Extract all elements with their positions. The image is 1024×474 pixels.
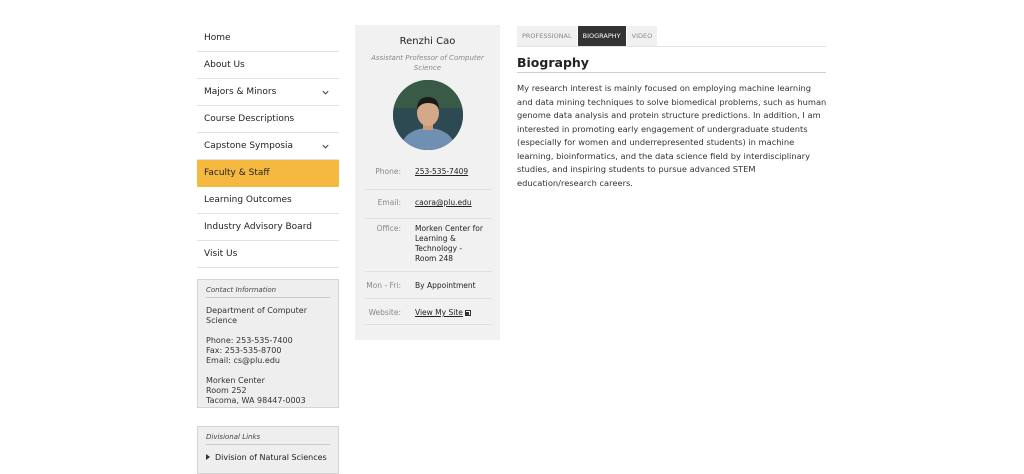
divisional-links-box: Divisional Links Division of Natural Sci…	[197, 426, 339, 474]
nav-item-majors-minors[interactable]: Majors & Minors	[197, 79, 339, 106]
office-row: Office: Morken Center for Learning & Tec…	[365, 219, 492, 272]
email-row-label: Email:	[377, 198, 401, 207]
email-row: Email: caora@plu.edu	[365, 190, 492, 219]
profile-card: Renzhi Cao Assistant Professor of Comput…	[355, 25, 500, 340]
nav-item-label: Visit Us	[204, 249, 238, 259]
profile-hours: By Appointment	[415, 281, 476, 290]
link-label: Division of Natural Sciences	[215, 453, 327, 462]
address-line-2: Room 252	[206, 386, 247, 395]
website-link-label: View My Site	[415, 308, 463, 317]
nav-item-home[interactable]: Home	[197, 25, 339, 52]
hours-row-label: Mon - Fri:	[366, 281, 401, 290]
hours-row: Mon - Fri: By Appointment	[365, 272, 492, 299]
department-name: Department of Computer Science	[206, 306, 307, 325]
tab-professional[interactable]: PROFESSIONAL	[517, 26, 577, 46]
nav-item-label: Faculty & Staff	[204, 168, 270, 178]
nav-item-visit-us[interactable]: Visit Us	[197, 241, 339, 268]
division-natural-sciences-link[interactable]: Division of Natural Sciences	[206, 453, 330, 462]
address-line-1: Morken Center	[206, 376, 265, 385]
profile-email-link[interactable]: caora@plu.edu	[415, 198, 493, 208]
tab-biography[interactable]: BIOGRAPHY	[577, 26, 626, 46]
contact-phone: Phone: 253-535-7400	[206, 336, 330, 346]
contact-information-box: Contact Information Department of Comput…	[197, 279, 339, 408]
avatar	[393, 80, 463, 150]
nav-item-learning-outcomes[interactable]: Learning Outcomes	[197, 187, 339, 214]
phone-row-label: Phone:	[375, 167, 401, 176]
email-link[interactable]: cs@plu.edu	[233, 356, 280, 365]
chevron-down-icon[interactable]	[321, 142, 330, 151]
nav-item-label: Course Descriptions	[204, 114, 295, 124]
nav-item-capstone-symposia[interactable]: Capstone Symposia	[197, 133, 339, 160]
website-row-label: Website:	[368, 308, 401, 317]
website-row: Website: View My Site	[365, 299, 492, 325]
caret-right-icon	[206, 454, 210, 460]
external-link-icon	[464, 310, 471, 316]
nav-item-label: Majors & Minors	[204, 87, 277, 97]
nav-item-label: Learning Outcomes	[204, 195, 292, 205]
profile-name: Renzhi Cao	[399, 36, 456, 47]
phone-link[interactable]: 253-535-7400	[236, 336, 293, 345]
nav-item-label: Industry Advisory Board	[204, 222, 312, 232]
profile-phone-link[interactable]: 253-535-7409	[415, 167, 493, 177]
nav-item-label: Capstone Symposia	[204, 141, 294, 151]
nav-item-industry-advisory-board[interactable]: Industry Advisory Board	[197, 214, 339, 241]
tab-video[interactable]: VIDEO	[626, 26, 658, 46]
profile-title: Assistant Professor of Computer Science	[371, 54, 484, 72]
divisional-links-title: Divisional Links	[206, 433, 330, 445]
nav-item-course-descriptions[interactable]: Course Descriptions	[197, 106, 339, 133]
contact-email: Email: cs@plu.edu	[206, 356, 330, 366]
contact-fax: Fax: 253-535-8700	[206, 346, 282, 355]
address-line-3: Tacoma, WA 98447-0003	[206, 396, 306, 405]
email-label: Email:	[206, 356, 234, 365]
sidebar-nav: Home About Us Majors & Minors Course Des…	[197, 25, 339, 268]
view-my-site-link[interactable]: View My Site	[415, 308, 493, 318]
biography-text: My research interest is mainly focused o…	[517, 83, 827, 188]
office-row-label: Office:	[376, 224, 401, 233]
profile-tabs: PROFESSIONAL BIOGRAPHY VIDEO	[517, 26, 826, 47]
portrait-photo	[393, 80, 463, 150]
phone-label: Phone:	[206, 336, 237, 345]
contact-box-title: Contact Information	[206, 286, 330, 298]
chevron-down-icon[interactable]	[321, 88, 330, 97]
nav-item-label: Home	[204, 33, 231, 43]
nav-item-label: About Us	[204, 60, 245, 70]
biography-heading: Biography	[517, 55, 826, 73]
nav-item-faculty-staff[interactable]: Faculty & Staff	[197, 160, 339, 187]
phone-row: Phone: 253-535-7409	[365, 158, 492, 190]
profile-office: Morken Center for Learning & Technology …	[415, 224, 483, 263]
nav-item-about-us[interactable]: About Us	[197, 52, 339, 79]
